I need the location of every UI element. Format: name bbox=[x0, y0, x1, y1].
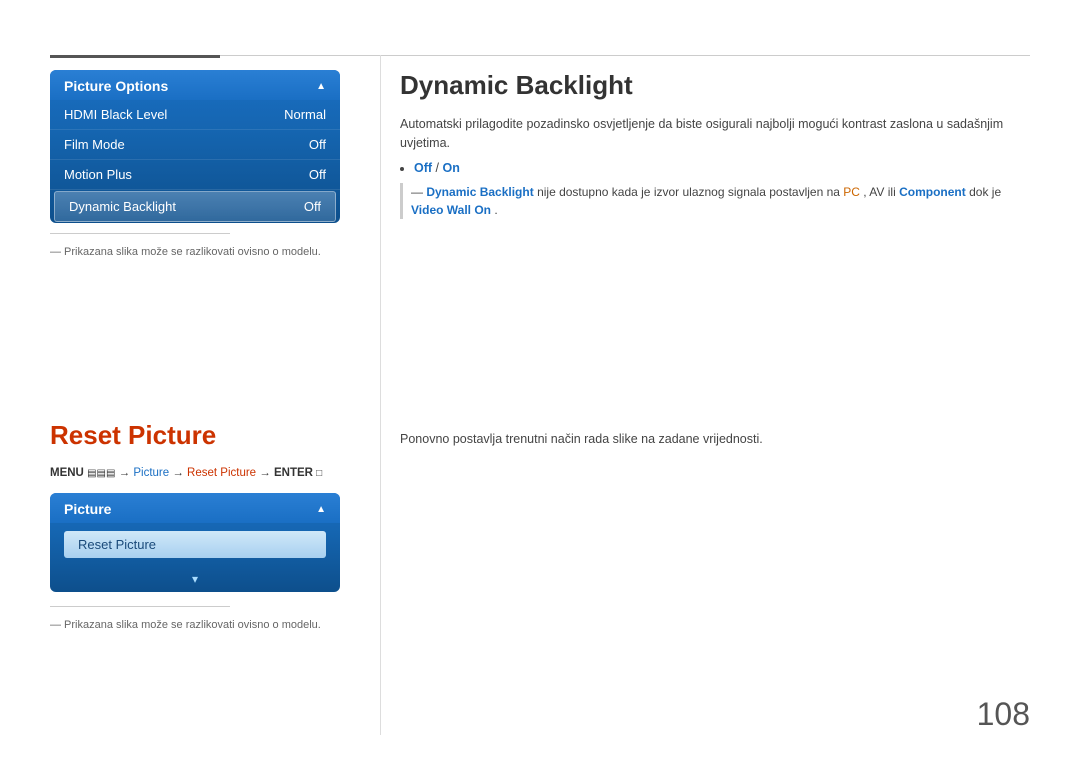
dynamic-backlight-list: Off / On bbox=[414, 161, 1030, 175]
warning-text2: dok je bbox=[969, 185, 1001, 199]
reset-menu-footer: ▾ bbox=[50, 566, 340, 592]
reset-picture-note: ― Prikazana slika može se razlikovati ov… bbox=[50, 619, 350, 631]
menu-icon: ▤▤▤ bbox=[87, 468, 115, 479]
slash-separator: / bbox=[436, 161, 443, 175]
dynamic-value: Off bbox=[304, 199, 321, 214]
arrow-up-icon: ▲ bbox=[316, 81, 326, 92]
breadcrumb-arrow1: → bbox=[119, 467, 134, 479]
reset-picture-desc: Ponovno postavlja trenutni način rada sl… bbox=[400, 430, 1030, 449]
reset-arrow-up: ▲ bbox=[316, 504, 326, 515]
on-label: On bbox=[443, 161, 460, 175]
motion-label: Motion Plus bbox=[64, 167, 132, 182]
hdmi-value: Normal bbox=[284, 107, 326, 122]
off-label: Off bbox=[414, 161, 432, 175]
menu-item-motion[interactable]: Motion Plus Off bbox=[50, 160, 340, 190]
motion-value: Off bbox=[309, 167, 326, 182]
warning-videowall: Video Wall On bbox=[411, 203, 491, 217]
dynamic-label: Dynamic Backlight bbox=[69, 199, 176, 214]
dynamic-backlight-warning: ― Dynamic Backlight nije dostupno kada j… bbox=[400, 183, 1030, 219]
reset-picture-section-right: Ponovno postavlja trenutni način rada sl… bbox=[400, 430, 1030, 457]
reset-menu-title: Picture bbox=[64, 501, 111, 517]
warning-comma1: , AV ili bbox=[863, 185, 899, 199]
arrow-down-icon: ▾ bbox=[192, 572, 198, 586]
dynamic-backlight-desc: Automatski prilagodite pozadinsko osvjet… bbox=[400, 115, 1030, 153]
warning-highlight: Dynamic Backlight bbox=[426, 185, 533, 199]
dynamic-backlight-title: Dynamic Backlight bbox=[400, 70, 1030, 101]
warning-component: Component bbox=[899, 185, 966, 199]
menu-item-hdmi[interactable]: HDMI Black Level Normal bbox=[50, 100, 340, 130]
film-label: Film Mode bbox=[64, 137, 125, 152]
vertical-separator bbox=[380, 55, 381, 735]
breadcrumb-arrow2: → bbox=[172, 467, 187, 479]
section-divider-1 bbox=[50, 233, 230, 234]
menu-header: Picture Options ▲ bbox=[50, 70, 340, 100]
breadcrumb-arrow3: → bbox=[259, 467, 274, 479]
hdmi-label: HDMI Black Level bbox=[64, 107, 167, 122]
reset-item-label[interactable]: Reset Picture bbox=[64, 531, 326, 558]
menu-label: MENU bbox=[50, 467, 84, 479]
warning-end: . bbox=[494, 203, 497, 217]
warning-dash: ― bbox=[411, 185, 426, 199]
reset-breadcrumb: MENU ▤▤▤ → Picture → Reset Picture → ENT… bbox=[50, 467, 350, 479]
picture-options-menu: Picture Options ▲ HDMI Black Level Norma… bbox=[50, 70, 340, 223]
picture-options-note: ― Prikazana slika može se razlikovati ov… bbox=[50, 246, 350, 258]
picture-options-section: Picture Options ▲ HDMI Black Level Norma… bbox=[50, 70, 350, 258]
menu-title: Picture Options bbox=[64, 78, 168, 94]
reset-picture-menu: Picture ▲ Reset Picture ▾ bbox=[50, 493, 340, 592]
dynamic-backlight-section: Dynamic Backlight Automatski prilagodite… bbox=[400, 70, 1030, 219]
bullet-off-on: Off / On bbox=[414, 161, 1030, 175]
reset-item-container: Reset Picture bbox=[50, 523, 340, 566]
breadcrumb-enter: ENTER bbox=[274, 467, 313, 479]
top-divider-accent bbox=[50, 55, 220, 58]
menu-item-dynamic-backlight[interactable]: Dynamic Backlight Off bbox=[54, 191, 336, 222]
page-number: 108 bbox=[977, 696, 1030, 733]
menu-item-film[interactable]: Film Mode Off bbox=[50, 130, 340, 160]
warning-pc: PC bbox=[843, 185, 860, 199]
breadcrumb-picture: Picture bbox=[133, 467, 169, 479]
reset-menu-header: Picture ▲ bbox=[50, 493, 340, 523]
section-divider-2 bbox=[50, 606, 230, 607]
warning-text1: nije dostupno kada je izvor ulaznog sign… bbox=[537, 185, 843, 199]
reset-picture-section-left: Reset Picture MENU ▤▤▤ → Picture → Reset… bbox=[50, 420, 350, 631]
enter-icon: □ bbox=[316, 468, 322, 479]
breadcrumb-reset: Reset Picture bbox=[187, 467, 256, 479]
reset-picture-title: Reset Picture bbox=[50, 420, 350, 451]
film-value: Off bbox=[309, 137, 326, 152]
